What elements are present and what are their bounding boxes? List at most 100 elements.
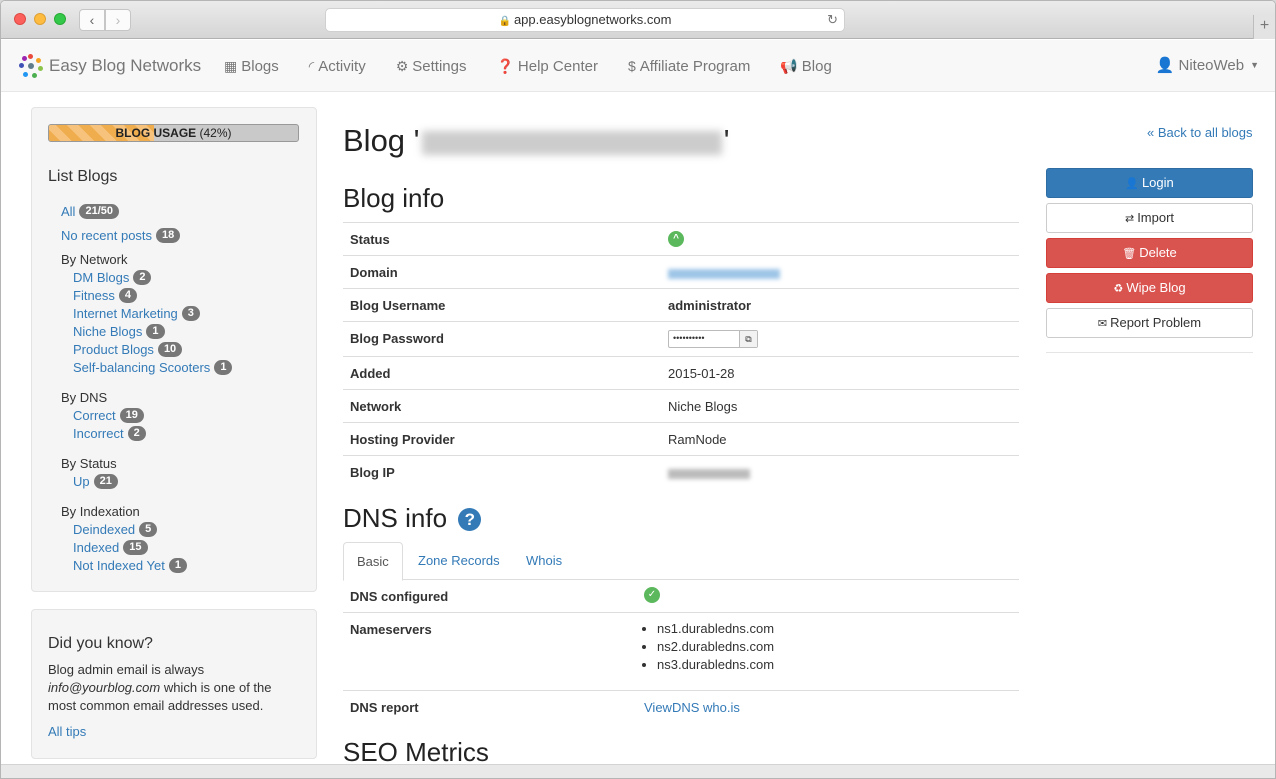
- count-badge: 3: [181, 305, 200, 321]
- nav-blog-label: Blog: [801, 57, 832, 75]
- lock-icon: 🔒: [498, 16, 511, 27]
- address-bar[interactable]: 🔒 app.easyblognetworks.com ↻: [325, 8, 845, 32]
- bullhorn-icon: 📢: [780, 57, 798, 74]
- report-problem-button[interactable]: ✉ Report Problem: [1046, 308, 1253, 338]
- count-badge: 1: [214, 359, 233, 375]
- nav-blogs[interactable]: ▦ Blogs: [224, 58, 279, 75]
- filter-status-item[interactable]: Up 21: [61, 472, 311, 490]
- filter-link[interactable]: Not Indexed Yet: [73, 558, 165, 573]
- main-content: Blog ' ' Blog info Status ^ Domain Blog U…: [343, 107, 1023, 767]
- filter-no-recent-posts[interactable]: No recent posts 18: [61, 226, 311, 244]
- row-label: Network: [350, 399, 402, 414]
- blog-filter-list: All 21/50 No recent posts 18 By Network DM…: [61, 202, 311, 574]
- filter-network-item[interactable]: Niche Blogs 1: [61, 322, 311, 340]
- tip-text-part: Blog admin email is always: [48, 662, 205, 677]
- tips-panel: Did you know? Blog admin email is always…: [31, 609, 317, 759]
- network-value: Niche Blogs: [668, 399, 738, 414]
- password-mask: ••••••••••: [673, 333, 705, 343]
- brand-logo-icon: [19, 54, 43, 78]
- filter-link[interactable]: Niche Blogs: [73, 324, 142, 339]
- info-row-username: Blog Username administrator: [343, 288, 1019, 321]
- dns-report-link[interactable]: ViewDNS who.is: [644, 700, 740, 715]
- user-menu[interactable]: 👤 NiteoWeb ▼: [1156, 56, 1259, 75]
- delete-button[interactable]: 🗑 Delete: [1046, 238, 1253, 268]
- filter-link[interactable]: Self-balancing Scooters: [73, 360, 210, 375]
- group-by-status: By Status: [61, 454, 311, 472]
- row-label: Blog Password: [350, 331, 444, 346]
- filter-all[interactable]: All 21/50: [61, 202, 311, 220]
- zoom-window-button[interactable]: [54, 13, 66, 25]
- info-row-ip: Blog IP: [343, 455, 1019, 488]
- filter-network-item[interactable]: Product Blogs 10: [61, 340, 311, 358]
- filter-link[interactable]: Fitness: [73, 288, 115, 303]
- sidebar-panel: BLOG USAGE (42%) List Blogs All 21/50 No …: [31, 107, 317, 592]
- nameserver-item: ns1.durabledns.com: [657, 620, 774, 638]
- count-badge: 19: [119, 407, 144, 423]
- tab-whois[interactable]: Whois: [513, 542, 575, 580]
- brand-link[interactable]: Easy Blog Networks: [19, 54, 201, 78]
- browser-window: ‹ › 🔒 app.easyblognetworks.com ↻ + Easy B…: [0, 0, 1276, 779]
- row-label: Status: [350, 232, 390, 247]
- filter-network-item[interactable]: Self-balancing Scooters 1: [61, 358, 311, 376]
- nav-settings[interactable]: ⚙ Settings: [396, 58, 467, 75]
- filter-index-item[interactable]: Not Indexed Yet 1: [61, 556, 311, 574]
- filter-link[interactable]: Internet Marketing: [73, 306, 178, 321]
- dns-heading-text: DNS info: [343, 503, 448, 533]
- filter-link[interactable]: Indexed: [73, 540, 119, 555]
- forward-button[interactable]: ›: [105, 9, 131, 31]
- filter-link[interactable]: Correct: [73, 408, 116, 423]
- divider: [1046, 352, 1253, 353]
- filter-link[interactable]: DM Blogs: [73, 270, 129, 285]
- tab-zone-records[interactable]: Zone Records: [405, 542, 513, 580]
- reload-icon[interactable]: ↻: [827, 9, 838, 31]
- filter-index-item[interactable]: Indexed 15: [61, 538, 311, 556]
- nav-activity[interactable]: ◜ Activity: [309, 58, 366, 75]
- back-button[interactable]: ‹: [79, 9, 105, 31]
- list-blogs-heading: List Blogs: [48, 168, 118, 185]
- nav-affiliate[interactable]: $ Affiliate Program: [628, 58, 750, 75]
- nav-help-center[interactable]: ❓ Help Center: [496, 58, 597, 75]
- import-button[interactable]: ⇄ Import: [1046, 203, 1253, 233]
- browser-titlebar: ‹ › 🔒 app.easyblognetworks.com ↻ +: [1, 1, 1275, 39]
- filter-all-link[interactable]: All: [61, 204, 75, 219]
- wipe-blog-button[interactable]: ♻ Wipe Blog: [1046, 273, 1253, 303]
- minimize-window-button[interactable]: [34, 13, 46, 25]
- group-label: By DNS: [61, 389, 108, 405]
- back-to-all-blogs-link[interactable]: « Back to all blogs: [1147, 125, 1253, 140]
- filter-link[interactable]: Product Blogs: [73, 342, 154, 357]
- group-by-indexation: By Indexation: [61, 502, 311, 520]
- filter-dns-item[interactable]: Correct 19: [61, 406, 311, 424]
- close-window-button[interactable]: [14, 13, 26, 25]
- filter-network-item[interactable]: DM Blogs 2: [61, 268, 311, 286]
- login-button[interactable]: 👤 Login: [1046, 168, 1253, 198]
- username-value: administrator: [668, 298, 752, 313]
- blurred-domain-value: [668, 267, 780, 282]
- copy-icon[interactable]: ⧉: [739, 331, 757, 347]
- hosting-value: RamNode: [668, 432, 727, 447]
- wipe-label: Wipe Blog: [1126, 280, 1186, 295]
- group-label: By Status: [61, 455, 117, 471]
- count-badge: 21/50: [79, 203, 119, 219]
- all-tips-link[interactable]: All tips: [48, 724, 300, 739]
- filter-dns-item[interactable]: Incorrect 2: [61, 424, 311, 442]
- filter-no-recent-link[interactable]: No recent posts: [61, 228, 152, 243]
- new-tab-button[interactable]: +: [1253, 15, 1275, 39]
- filter-link[interactable]: Deindexed: [73, 522, 135, 537]
- usage-label: BLOG USAGE: [115, 126, 197, 140]
- row-label: DNS report: [350, 700, 419, 715]
- double-chevron-left-icon: «: [1147, 125, 1155, 140]
- nav-blog[interactable]: 📢 Blog: [780, 58, 831, 75]
- horizontal-scrollbar[interactable]: [1, 764, 1275, 778]
- info-row-domain: Domain: [343, 255, 1019, 288]
- count-badge: 5: [139, 521, 158, 537]
- filter-link[interactable]: Incorrect: [73, 426, 124, 441]
- blog-info-heading: Blog info: [343, 183, 445, 213]
- filter-network-item[interactable]: Internet Marketing 3: [61, 304, 311, 322]
- filter-network-item[interactable]: Fitness 4: [61, 286, 311, 304]
- info-row-password: Blog Password •••••••••• ⧉: [343, 321, 1019, 356]
- filter-index-item[interactable]: Deindexed 5: [61, 520, 311, 538]
- help-icon[interactable]: ?: [458, 508, 482, 531]
- tab-basic[interactable]: Basic: [343, 542, 403, 581]
- tip-text: Blog admin email is always info@yourblog…: [48, 661, 300, 715]
- filter-link[interactable]: Up: [73, 474, 90, 489]
